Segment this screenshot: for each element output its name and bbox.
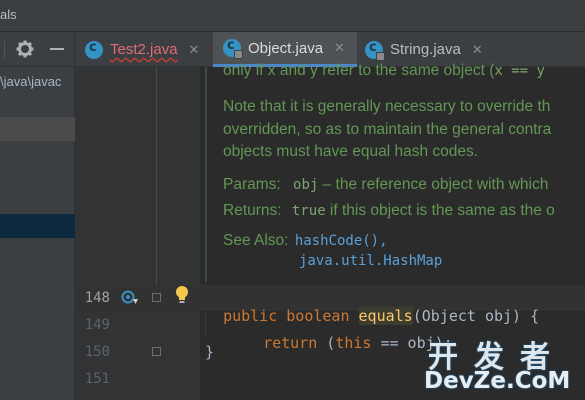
tab-label: Object.java [248,39,324,57]
override-icon[interactable] [121,290,139,306]
java-class-icon [85,40,103,59]
java-class-icon [223,38,243,59]
title-bar: als [0,0,585,32]
params-text: – the reference object with which [318,176,549,193]
close-icon[interactable]: ✕ [334,40,345,56]
project-path[interactable]: \java\javac [0,74,61,89]
minus-icon[interactable] [50,48,64,50]
toolbar-divider [4,41,5,58]
project-toolbar [0,32,75,67]
returns-code: true [291,203,326,219]
doc-line: overridden, so as to maintain the genera… [223,121,552,138]
returns-text: if this object is the same as the o [325,202,555,219]
tree-row-selected[interactable] [0,214,75,238]
hashcode-link[interactable]: hashCode(), [295,233,388,249]
tab-label: String.java [390,41,461,58]
line-number: 148 [84,290,110,306]
doc-line: Note that it is generally necessary to o… [223,98,551,115]
watermark-en: DevZe.CoM [424,368,571,394]
window-title: als [0,7,17,22]
hashmap-link[interactable]: java.util.HashMap [299,253,442,269]
doc-line: objects must have equal hash codes. [223,143,479,160]
doc-see-also-2: java.util.HashMap [299,251,442,271]
tab-label: Test2.java [110,41,178,58]
rendered-javadoc: only if x and y refer to the same object… [205,62,585,282]
returns-label: Returns: [223,202,282,219]
close-icon[interactable]: ✕ [189,42,200,58]
code-line-150[interactable]: } [205,343,214,361]
doc-returns: Returns: true if this object is the same… [223,201,555,221]
doc-params: Params: obj – the reference object with … [223,175,548,195]
tab-test2-java[interactable]: Test2.java ✕ [85,32,213,67]
lightbulb-icon[interactable] [175,285,189,305]
fold-icon[interactable] [152,347,161,356]
java-class-icon [365,40,385,61]
tree-row-highlighted[interactable] [0,117,75,141]
see-also-label: See Also: [223,232,289,249]
doc-see-also: See Also: hashCode(), [223,231,388,251]
gear-icon[interactable] [16,40,34,58]
line-number: 149 [84,317,110,333]
params-code: obj [293,177,319,193]
close-icon[interactable]: ✕ [472,42,483,58]
params-label: Params: [223,176,281,193]
line-number: 151 [84,371,110,387]
indent-guide [205,312,206,338]
line-number: 150 [84,344,110,360]
doc-line: only if x and y refer to the same object… [223,62,545,79]
fold-icon[interactable] [152,293,161,302]
fold-guide [156,67,157,292]
project-panel: \java\javac [0,32,75,400]
watermark: 开发者 DevZe.CoM [400,332,585,400]
